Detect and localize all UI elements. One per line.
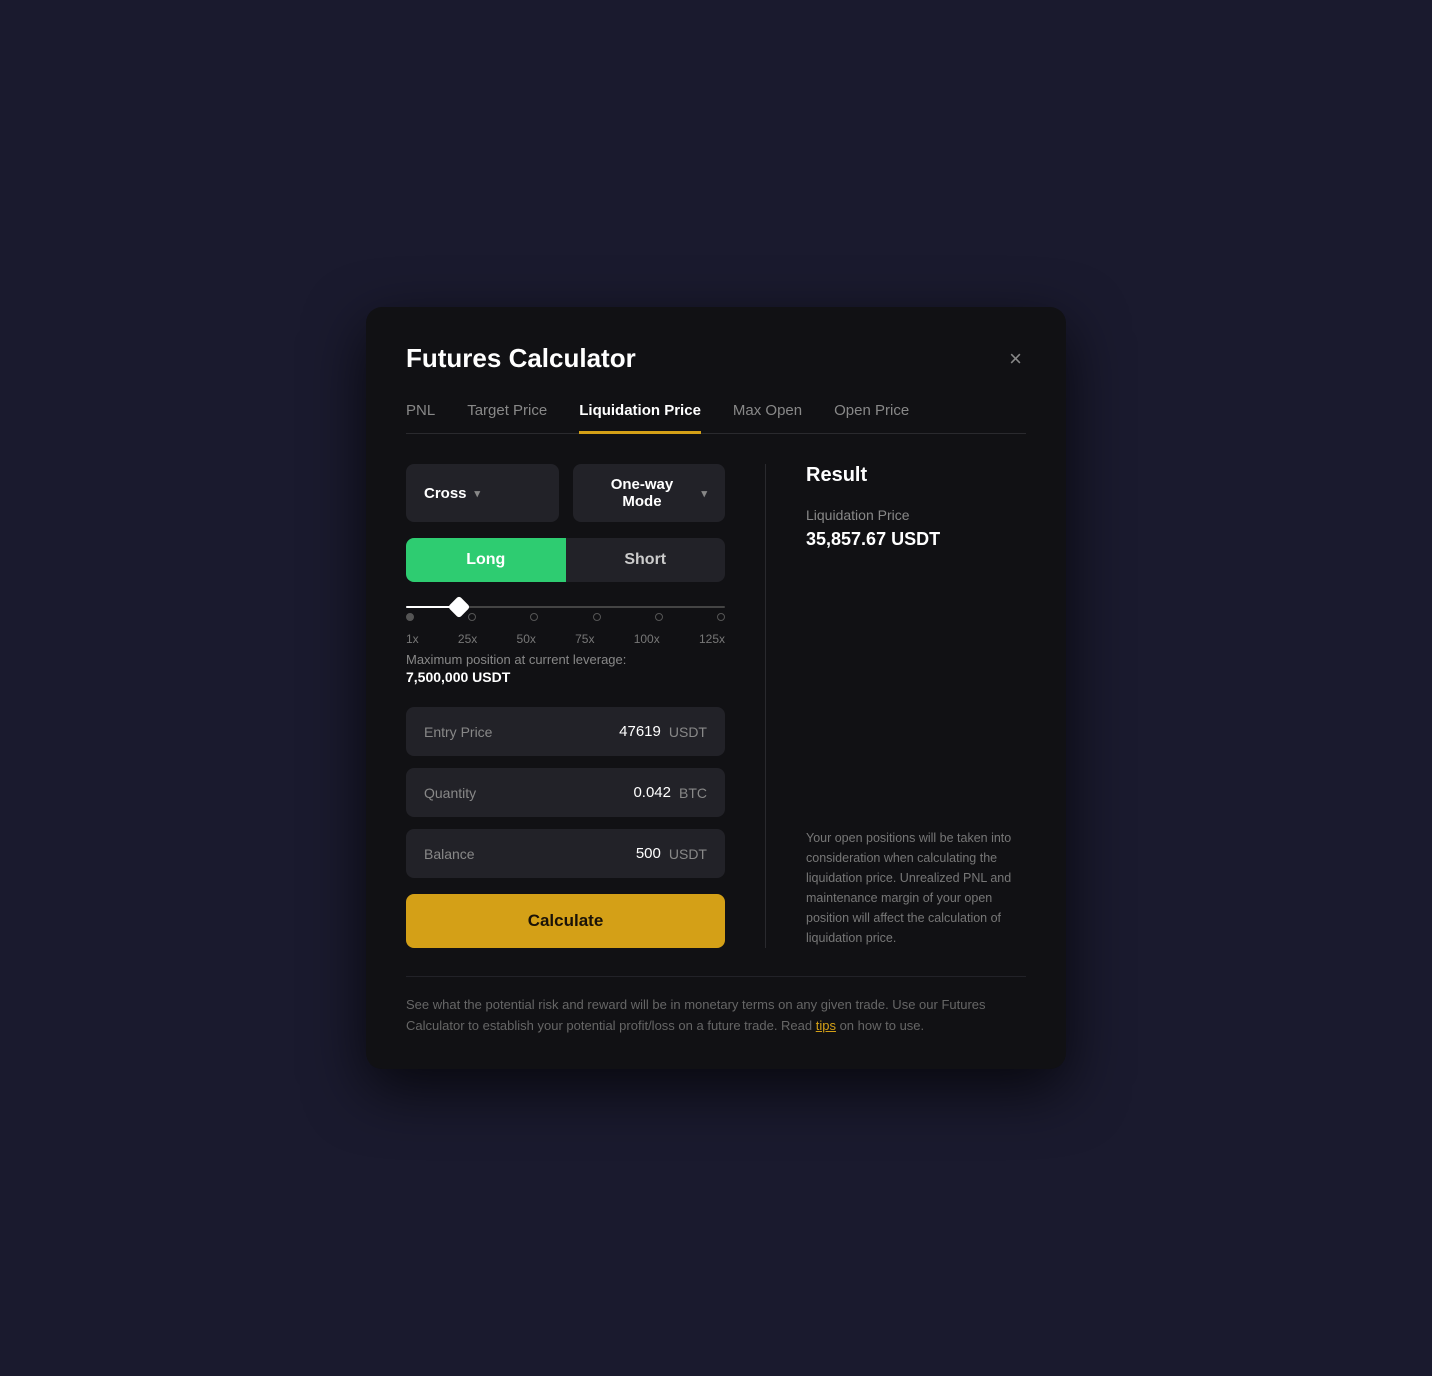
balance-input[interactable] xyxy=(581,845,661,862)
entry-price-unit: USDT xyxy=(669,724,707,740)
entry-price-value-row: USDT xyxy=(581,723,707,740)
tab-open-price[interactable]: Open Price xyxy=(834,402,909,434)
modal-title: Futures Calculator xyxy=(406,343,636,374)
leverage-dot-1x xyxy=(406,613,414,621)
liquidation-price-value: 35,857.67 USDT xyxy=(806,529,1026,550)
tab-max-open[interactable]: Max Open xyxy=(733,402,802,434)
balance-field: Balance USDT xyxy=(406,829,725,878)
entry-price-input[interactable] xyxy=(581,723,661,740)
right-panel: Result Liquidation Price 35,857.67 USDT … xyxy=(806,464,1026,948)
entry-price-label: Entry Price xyxy=(424,724,492,740)
balance-unit: USDT xyxy=(669,846,707,862)
quantity-unit: BTC xyxy=(679,785,707,801)
footer-text: See what the potential risk and reward w… xyxy=(406,976,1026,1037)
result-title: Result xyxy=(806,464,1026,487)
tab-liquidation-price[interactable]: Liquidation Price xyxy=(579,402,701,434)
left-panel: Cross ▾ One-way Mode ▾ Long Short xyxy=(406,464,725,948)
modal-header: Futures Calculator × xyxy=(406,343,1026,374)
leverage-dot-25x xyxy=(468,613,476,621)
vertical-divider xyxy=(765,464,766,948)
tab-target-price[interactable]: Target Price xyxy=(467,402,547,434)
leverage-dot-100x xyxy=(655,613,663,621)
long-button[interactable]: Long xyxy=(406,538,566,582)
close-button[interactable]: × xyxy=(1005,344,1026,374)
position-mode-dropdown[interactable]: One-way Mode ▾ xyxy=(573,464,726,522)
margin-mode-dropdown[interactable]: Cross ▾ xyxy=(406,464,559,522)
leverage-track xyxy=(406,606,725,608)
leverage-dot-50x xyxy=(530,613,538,621)
tab-pnl[interactable]: PNL xyxy=(406,402,435,434)
quantity-field: Quantity BTC xyxy=(406,768,725,817)
calculate-button[interactable]: Calculate xyxy=(406,894,725,948)
leverage-dot-125x xyxy=(717,613,725,621)
long-short-toggle: Long Short xyxy=(406,538,725,582)
liquidation-price-label: Liquidation Price xyxy=(806,507,1026,523)
chevron-down-icon: ▾ xyxy=(701,487,707,500)
balance-value-row: USDT xyxy=(581,845,707,862)
leverage-slider-wrap xyxy=(406,606,725,622)
balance-label: Balance xyxy=(424,846,475,862)
chevron-down-icon: ▾ xyxy=(475,487,481,500)
max-position-value: 7,500,000 USDT xyxy=(406,669,725,685)
leverage-section: 1x 25x 50x 75x 100x 125x Maximum positio… xyxy=(406,606,725,685)
short-button[interactable]: Short xyxy=(566,538,726,582)
leverage-dot-75x xyxy=(593,613,601,621)
quantity-value-row: BTC xyxy=(591,784,707,801)
tab-bar: PNL Target Price Liquidation Price Max O… xyxy=(406,402,1026,434)
result-note: Your open positions will be taken into c… xyxy=(806,828,1026,948)
leverage-dots xyxy=(406,613,725,621)
result-row: Liquidation Price 35,857.67 USDT xyxy=(806,507,1026,550)
dropdowns-row: Cross ▾ One-way Mode ▾ xyxy=(406,464,725,522)
max-position-label: Maximum position at current leverage: xyxy=(406,652,725,667)
entry-price-field: Entry Price USDT xyxy=(406,707,725,756)
content-area: Cross ▾ One-way Mode ▾ Long Short xyxy=(406,464,1026,948)
futures-calculator-modal: Futures Calculator × PNL Target Price Li… xyxy=(366,307,1066,1069)
leverage-labels: 1x 25x 50x 75x 100x 125x xyxy=(406,632,725,646)
quantity-input[interactable] xyxy=(591,784,671,801)
quantity-label: Quantity xyxy=(424,785,476,801)
tips-link[interactable]: tips xyxy=(816,1018,836,1033)
